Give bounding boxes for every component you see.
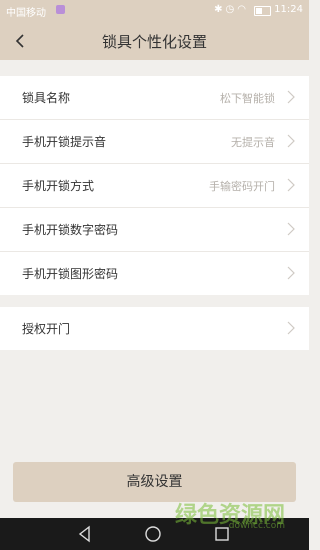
clock: 11:24 [274, 4, 303, 15]
nav-home-icon[interactable] [143, 524, 163, 544]
bluetooth-icon: ✱ [214, 4, 226, 15]
settings-group-auth: 授权开门 [0, 307, 309, 350]
row-authorize-unlock[interactable]: 授权开门 [0, 307, 309, 350]
chevron-right-icon [287, 266, 295, 280]
notification-icon [56, 5, 65, 14]
chevron-right-icon [287, 90, 295, 104]
row-numeric-password[interactable]: 手机开锁数字密码 [0, 208, 309, 252]
battery-icon [254, 6, 271, 16]
page-title: 锁具个性化设置 [101, 33, 207, 51]
row-lock-name[interactable]: 锁具名称 松下智能锁 [0, 76, 309, 120]
alarm-icon: ◷ [225, 4, 238, 15]
header-bar: 锁具个性化设置 [0, 22, 309, 60]
row-label: 手机开锁方式 [22, 179, 95, 193]
wifi-icon: ◠ [237, 4, 249, 15]
chevron-right-icon [287, 222, 295, 236]
status-icons: ✱◷◠ [214, 4, 249, 15]
carrier-name: 中国移动 [6, 8, 46, 19]
chevron-right-icon [287, 178, 295, 192]
row-unlock-method[interactable]: 手机开锁方式 手输密码开门 [0, 164, 309, 208]
chevron-right-icon [287, 321, 295, 335]
row-value: 手输密码开门 [209, 180, 275, 193]
watermark-url: downcc.com [228, 521, 285, 531]
chevron-right-icon [287, 134, 295, 148]
row-label: 手机开锁图形密码 [22, 267, 119, 281]
row-label: 手机开锁提示音 [22, 135, 107, 149]
nav-back-icon[interactable] [75, 524, 95, 544]
row-label: 授权开门 [22, 322, 71, 336]
row-label: 锁具名称 [22, 91, 71, 105]
row-label: 手机开锁数字密码 [22, 223, 119, 237]
row-value: 无提示音 [231, 136, 275, 149]
row-unlock-sound[interactable]: 手机开锁提示音 无提示音 [0, 120, 309, 164]
status-bar: 中国移动 ✱◷◠ 11:24 [0, 0, 309, 22]
settings-group-lock: 锁具名称 松下智能锁 手机开锁提示音 无提示音 手机开锁方式 手输密码开门 手机… [0, 76, 309, 295]
advanced-settings-button[interactable]: 高级设置 [13, 462, 296, 502]
row-pattern-password[interactable]: 手机开锁图形密码 [0, 252, 309, 295]
row-value: 松下智能锁 [220, 92, 275, 105]
